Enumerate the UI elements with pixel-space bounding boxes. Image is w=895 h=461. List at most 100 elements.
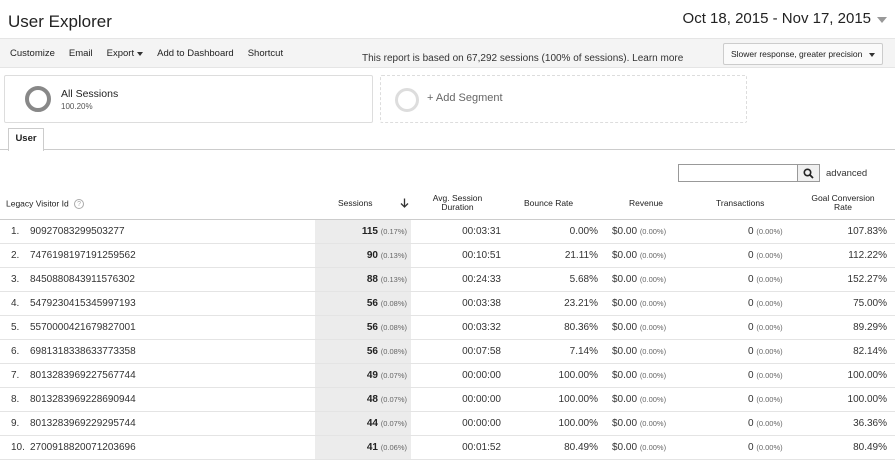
row-rank: 8. — [11, 394, 20, 405]
bounce-rate-value: 5.68% — [569, 274, 598, 285]
column-visitor-id[interactable]: Legacy Visitor Id ? — [6, 199, 85, 209]
revenue-value: $0.00 (0.00%) — [612, 418, 667, 429]
segment-ring-icon — [25, 86, 51, 112]
transactions-value: 0 (0.00%) — [748, 418, 783, 429]
visitor-id-link[interactable]: 8013283969228690944 — [30, 394, 136, 405]
sort-arrow-down-icon[interactable] — [400, 198, 409, 208]
table-row: 2. 7476198197191259562 90 (0.13%) 00:10:… — [0, 244, 895, 268]
table-row: 6. 6981318338633773358 56 (0.08%) 00:07:… — [0, 340, 895, 364]
tab-user[interactable]: User — [8, 128, 44, 151]
revenue-value: $0.00 (0.00%) — [612, 322, 667, 333]
row-rank: 9. — [11, 418, 20, 429]
avg-duration-value: 00:03:31 — [462, 226, 501, 237]
row-rank: 4. — [11, 298, 20, 309]
export-button[interactable]: Export — [106, 48, 144, 59]
help-icon[interactable]: ? — [74, 199, 85, 209]
column-sessions[interactable]: Sessions — [338, 199, 373, 208]
export-label: Export — [106, 48, 135, 59]
sessions-value: 88 (0.13%) — [366, 274, 407, 285]
goal-conversion-value: 107.83% — [847, 226, 887, 237]
row-rank: 2. — [11, 250, 20, 261]
add-segment-button[interactable]: + Add Segment — [380, 75, 747, 123]
visitor-id-link[interactable]: 6981318338633773358 — [30, 346, 136, 357]
avg-duration-value: 00:03:38 — [462, 298, 501, 309]
transactions-value: 0 (0.00%) — [748, 394, 783, 405]
page-title: User Explorer — [8, 12, 112, 31]
search-button[interactable] — [797, 164, 820, 182]
transactions-value: 0 (0.00%) — [748, 298, 783, 309]
bounce-rate-value: 0.00% — [569, 226, 598, 237]
row-rank: 10. — [11, 442, 25, 453]
shortcut-button[interactable]: Shortcut — [248, 48, 283, 59]
precision-label: Slower response, greater precision — [731, 49, 863, 59]
goal-conversion-value: 100.00% — [847, 370, 887, 381]
goal-conversion-value: 152.27% — [847, 274, 887, 285]
visitor-id-link[interactable]: 5479230415345997193 — [30, 298, 136, 309]
search-icon — [803, 167, 814, 179]
bounce-rate-value: 80.49% — [564, 442, 598, 453]
table-header: Legacy Visitor Id ? Sessions Avg. Sessio… — [0, 188, 895, 220]
bounce-rate-value: 100.00% — [558, 418, 598, 429]
visitor-id-link[interactable]: 7476198197191259562 — [30, 250, 136, 261]
avg-duration-value: 00:03:32 — [462, 322, 501, 333]
precision-select[interactable]: Slower response, greater precision — [723, 43, 883, 65]
table-row: 1. 90927083299503277 115 (0.17%) 00:03:3… — [0, 220, 895, 244]
revenue-value: $0.00 (0.00%) — [612, 298, 667, 309]
report-tabs: User — [0, 128, 895, 151]
goal-conversion-value: 75.00% — [853, 298, 887, 309]
sessions-value: 41 (0.06%) — [366, 442, 407, 453]
sessions-value: 49 (0.07%) — [366, 370, 407, 381]
visitor-id-link[interactable]: 5570000421679827001 — [30, 322, 136, 333]
sessions-value: 115 (0.17%) — [361, 226, 407, 237]
table-row: 5. 5570000421679827001 56 (0.08%) 00:03:… — [0, 316, 895, 340]
transactions-value: 0 (0.00%) — [748, 322, 783, 333]
column-goal-conversion-rate[interactable]: Goal Conversion Rate — [803, 194, 883, 212]
table-body: 1. 90927083299503277 115 (0.17%) 00:03:3… — [0, 220, 895, 460]
column-avg-session-duration[interactable]: Avg. Session Duration — [420, 194, 495, 212]
visitor-id-link[interactable]: 8450880843911576302 — [30, 274, 135, 285]
table-row: 3. 8450880843911576302 88 (0.13%) 00:24:… — [0, 268, 895, 292]
column-revenue[interactable]: Revenue — [629, 199, 663, 208]
visitor-id-link[interactable]: 2700918820071203696 — [30, 442, 136, 453]
bounce-rate-value: 100.00% — [558, 394, 598, 405]
goal-conversion-value: 80.49% — [853, 442, 887, 453]
table-row: 8. 8013283969228690944 48 (0.07%) 00:00:… — [0, 388, 895, 412]
date-range-picker[interactable]: Oct 18, 2015 - Nov 17, 2015 — [683, 10, 887, 27]
chevron-down-icon — [137, 51, 144, 56]
column-transactions[interactable]: Transactions — [716, 199, 764, 208]
visitor-id-link[interactable]: 8013283969227567744 — [30, 370, 136, 381]
advanced-filter-link[interactable]: advanced — [826, 168, 867, 179]
table-row: 10. 2700918820071203696 41 (0.06%) 00:01… — [0, 436, 895, 460]
customize-button[interactable]: Customize — [10, 48, 55, 59]
avg-duration-value: 00:00:00 — [462, 394, 501, 405]
revenue-value: $0.00 (0.00%) — [612, 442, 667, 453]
segment-all-sessions[interactable]: All Sessions 100.20% — [4, 75, 373, 123]
chevron-down-icon — [869, 53, 875, 57]
report-toolbar: Customize Email Export Add to Dashboard … — [0, 38, 895, 68]
sampling-notice: This report is based on 67,292 sessions … — [362, 53, 684, 64]
transactions-value: 0 (0.00%) — [748, 226, 783, 237]
transactions-value: 0 (0.00%) — [748, 442, 783, 453]
row-rank: 6. — [11, 346, 20, 357]
goal-conversion-value: 112.22% — [848, 250, 887, 261]
goal-conversion-value: 100.00% — [847, 394, 887, 405]
avg-duration-value: 00:00:00 — [462, 418, 501, 429]
column-bounce-rate[interactable]: Bounce Rate — [524, 199, 573, 208]
avg-duration-value: 00:10:51 — [462, 250, 501, 261]
email-button[interactable]: Email — [69, 48, 93, 59]
segment-name: All Sessions — [61, 88, 119, 100]
add-to-dashboard-button[interactable]: Add to Dashboard — [157, 48, 234, 59]
row-rank: 7. — [11, 370, 20, 381]
visitor-id-link[interactable]: 8013283969229295744 — [30, 418, 136, 429]
revenue-value: $0.00 (0.00%) — [612, 346, 667, 357]
row-rank: 3. — [11, 274, 20, 285]
visitor-id-link[interactable]: 90927083299503277 — [30, 226, 125, 237]
goal-conversion-value: 89.29% — [853, 322, 887, 333]
bounce-rate-value: 7.14% — [569, 346, 598, 357]
search-input[interactable] — [678, 164, 798, 182]
chevron-down-icon[interactable] — [877, 16, 887, 23]
revenue-value: $0.00 (0.00%) — [612, 394, 667, 405]
bounce-rate-value: 21.11% — [564, 250, 598, 261]
date-range-label: Oct 18, 2015 - Nov 17, 2015 — [682, 10, 871, 27]
segment-ring-icon — [395, 88, 419, 112]
